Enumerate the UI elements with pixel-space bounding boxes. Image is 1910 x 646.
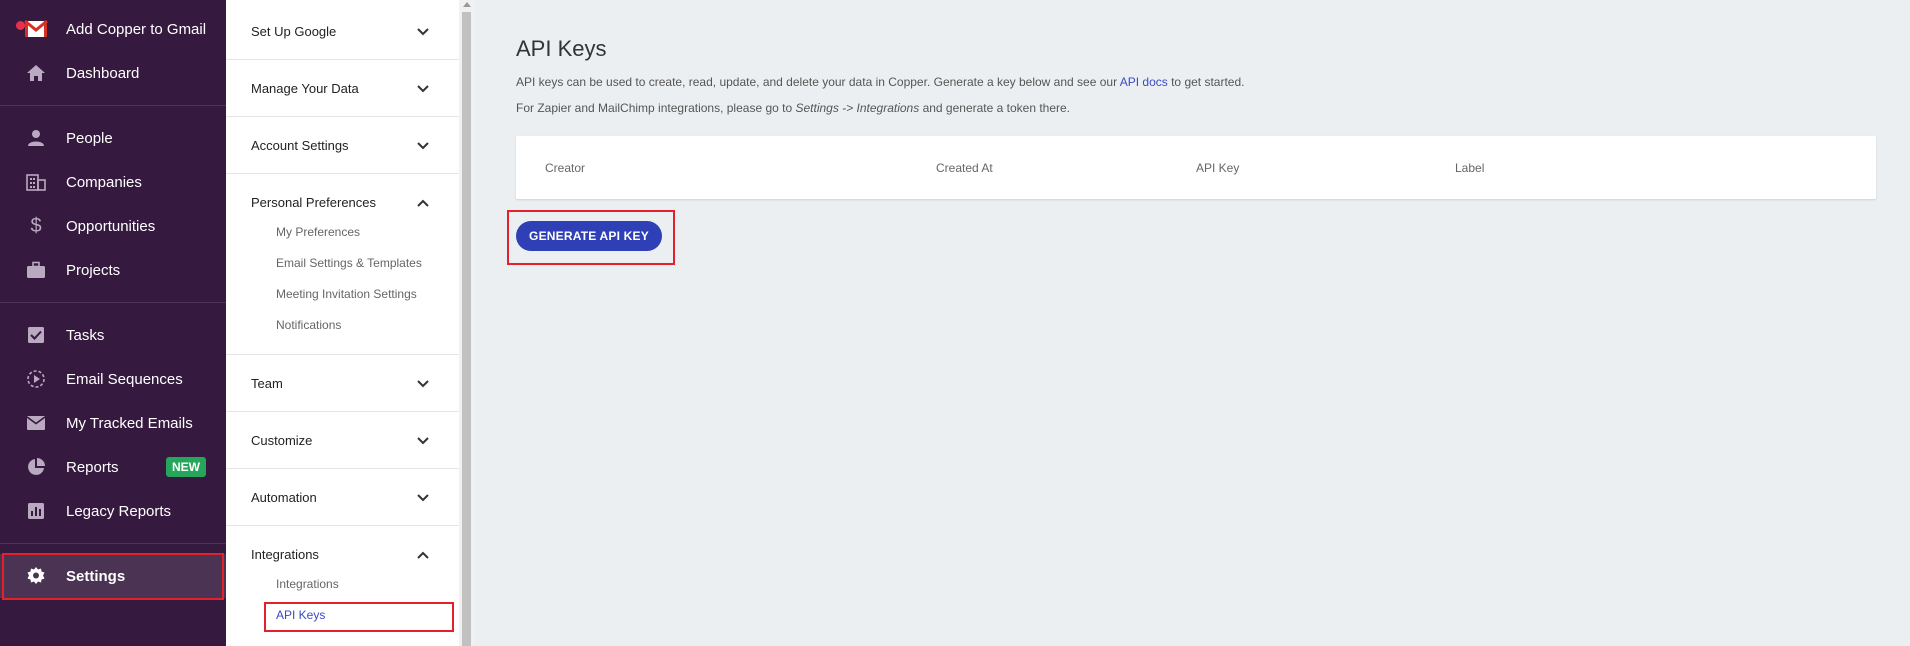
- gmail-icon: [24, 17, 48, 41]
- column-header-created-at: Created At: [936, 161, 993, 175]
- api-keys-table: Creator Created At API Key Label: [516, 136, 1876, 199]
- section-manage-your-data[interactable]: Manage Your Data: [251, 81, 359, 96]
- sub-integrations[interactable]: Integrations: [276, 577, 339, 591]
- section-automation[interactable]: Automation: [251, 490, 317, 505]
- nav-item-add-copper-to-gmail[interactable]: Add Copper to Gmail: [0, 7, 226, 51]
- desc-text: and generate a token there.: [919, 101, 1071, 115]
- column-header-creator: Creator: [545, 161, 586, 175]
- chevron-down-icon[interactable]: [416, 491, 430, 505]
- bar-chart-icon: [24, 499, 48, 523]
- chevron-down-icon[interactable]: [416, 25, 430, 39]
- chevron-up-icon[interactable]: [416, 196, 430, 210]
- scroll-thumb[interactable]: [462, 12, 471, 646]
- nav-label: Reports: [66, 458, 119, 476]
- nav-label: Legacy Reports: [66, 502, 172, 520]
- section-customize[interactable]: Customize: [251, 433, 312, 448]
- section-integrations[interactable]: Integrations: [251, 547, 319, 562]
- nav-item-reports[interactable]: Reports NEW: [0, 445, 226, 489]
- desc-text: For Zapier and MailChimp integrations, p…: [516, 101, 796, 115]
- nav-label: People: [66, 129, 113, 147]
- chevron-down-icon[interactable]: [416, 434, 430, 448]
- scroll-up-arrow-icon[interactable]: [463, 2, 471, 7]
- sub-notifications[interactable]: Notifications: [276, 318, 341, 332]
- nav-item-my-tracked-emails[interactable]: My Tracked Emails: [0, 401, 226, 445]
- section-set-up-google[interactable]: Set Up Google: [251, 24, 336, 39]
- nav-item-projects[interactable]: Projects: [0, 248, 226, 292]
- section-divider: [226, 411, 459, 412]
- page-title: API Keys: [516, 36, 607, 61]
- nav-label: Companies: [66, 173, 142, 191]
- left-nav: Add Copper to Gmail Dashboard People Com…: [0, 0, 226, 646]
- description-integrations: For Zapier and MailChimp integrations, p…: [516, 101, 1070, 115]
- nav-item-people[interactable]: People: [0, 116, 226, 160]
- chevron-up-icon[interactable]: [416, 548, 430, 562]
- briefcase-icon: [24, 258, 48, 282]
- nav-item-companies[interactable]: Companies: [0, 160, 226, 204]
- nav-label: Projects: [66, 261, 121, 279]
- chevron-down-icon[interactable]: [416, 139, 430, 153]
- sub-meeting-invitation-settings[interactable]: Meeting Invitation Settings: [276, 287, 417, 301]
- nav-label: Opportunities: [66, 217, 156, 235]
- envelope-icon: [24, 411, 48, 435]
- notification-dot: [16, 21, 25, 30]
- description-api-keys: API keys can be used to create, read, up…: [516, 75, 1244, 89]
- desc-text: API keys can be used to create, read, up…: [516, 75, 1120, 89]
- column-header-api-key: API Key: [1196, 161, 1240, 175]
- settings-panel: Set Up Google Manage Your Data Account S…: [226, 0, 459, 646]
- section-divider: [226, 116, 459, 117]
- section-account-settings[interactable]: Account Settings: [251, 138, 349, 153]
- nav-label: Tasks: [66, 326, 105, 344]
- new-badge: NEW: [166, 457, 206, 477]
- section-divider: [226, 468, 459, 469]
- sub-my-preferences[interactable]: My Preferences: [276, 225, 360, 239]
- nav-item-tasks[interactable]: Tasks: [0, 313, 226, 357]
- column-header-label: Label: [1455, 161, 1485, 175]
- nav-label: My Tracked Emails: [66, 414, 193, 432]
- section-divider: [226, 354, 459, 355]
- section-divider: [226, 525, 459, 526]
- sequence-icon: [24, 367, 48, 391]
- chevron-down-icon[interactable]: [416, 82, 430, 96]
- desc-text: to get started.: [1167, 75, 1245, 89]
- nav-divider: [0, 302, 226, 303]
- nav-item-opportunities[interactable]: $ Opportunities: [0, 204, 226, 248]
- highlight-box: [264, 602, 454, 632]
- settings-scrollbar[interactable]: [459, 0, 474, 646]
- nav-label: Email Sequences: [66, 370, 183, 388]
- highlight-box: [507, 210, 675, 265]
- section-team[interactable]: Team: [251, 376, 283, 391]
- section-divider: [226, 59, 459, 60]
- settings-path: Settings -> Integrations: [795, 101, 920, 115]
- home-icon: [24, 61, 48, 85]
- nav-divider: [0, 543, 226, 544]
- person-icon: [24, 126, 48, 150]
- nav-item-dashboard[interactable]: Dashboard: [0, 51, 226, 95]
- api-docs-link[interactable]: API docs: [1120, 75, 1168, 89]
- chevron-down-icon[interactable]: [416, 377, 430, 391]
- section-personal-preferences[interactable]: Personal Preferences: [251, 195, 376, 210]
- nav-label: Add Copper to Gmail: [66, 20, 207, 38]
- sub-email-settings-templates[interactable]: Email Settings & Templates: [276, 256, 422, 270]
- pie-chart-icon: [24, 455, 48, 479]
- nav-divider: [0, 105, 226, 106]
- dollar-icon: $: [30, 214, 42, 237]
- highlight-box: [2, 553, 224, 600]
- nav-item-legacy-reports[interactable]: Legacy Reports: [0, 489, 226, 533]
- checkbox-icon: [24, 323, 48, 347]
- nav-label: Dashboard: [66, 64, 140, 82]
- main-content: API Keys API keys can be used to create,…: [474, 0, 1910, 646]
- building-icon: [24, 170, 48, 194]
- nav-item-email-sequences[interactable]: Email Sequences: [0, 357, 226, 401]
- section-divider: [226, 173, 459, 174]
